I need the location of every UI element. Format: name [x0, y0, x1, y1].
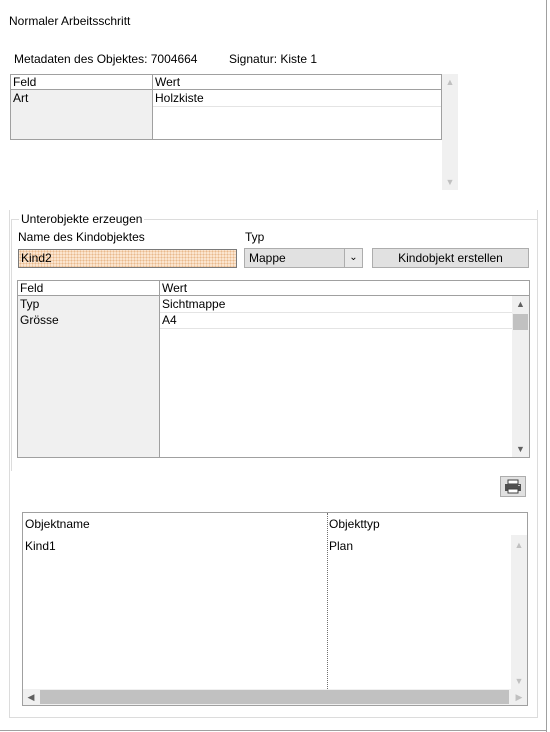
chevron-up-icon[interactable]: ▲ — [512, 298, 529, 310]
type-label: Typ — [245, 230, 265, 244]
content-border-left — [9, 210, 10, 718]
subobjects-wert-header: Wert — [159, 281, 529, 296]
metadata-wert-header: Wert — [152, 75, 441, 90]
window-title: Normaler Arbeitsschritt — [9, 14, 131, 28]
subobjects-group-title: Unterobjekte erzeugen — [19, 212, 145, 226]
child-name-input[interactable]: Kind2 — [18, 249, 237, 268]
scrollbar-thumb[interactable] — [513, 314, 528, 330]
list-item-type[interactable]: Plan — [329, 539, 353, 553]
chevron-down-icon[interactable]: ⌄ — [344, 249, 362, 267]
metadata-row-wert[interactable]: Holzkiste — [153, 91, 441, 107]
objects-type-header[interactable]: Objekttyp — [329, 517, 380, 531]
chevron-up-icon[interactable]: ▲ — [511, 539, 527, 551]
chevron-left-icon[interactable]: ◀ — [25, 691, 37, 703]
signature-label: Signatur: Kiste 1 — [229, 52, 318, 66]
objects-name-header[interactable]: Objektname — [25, 517, 90, 531]
subobjects-row-feld: Grösse — [20, 313, 59, 327]
content-border-bottom — [9, 717, 538, 718]
chevron-down-icon[interactable]: ▼ — [442, 176, 458, 188]
list-item-name[interactable]: Kind1 — [25, 539, 56, 553]
subobjects-feld-header: Feld — [18, 281, 160, 296]
metadata-row-feld: Art — [13, 91, 29, 105]
chevron-down-icon[interactable]: ▼ — [512, 443, 529, 455]
print-button[interactable] — [500, 476, 526, 497]
window-border-right — [546, 0, 547, 732]
objects-hscrollbar[interactable]: ◀ ▶ — [23, 689, 527, 705]
hscroll-thumb[interactable] — [40, 690, 509, 704]
subobjects-grid[interactable]: Feld Wert Typ Sichtmappe Grösse A4 ▲ ▼ — [17, 280, 530, 458]
chevron-down-icon[interactable]: ▼ — [511, 675, 527, 687]
subobjects-row-wert[interactable]: Sichtmappe — [160, 297, 512, 313]
create-child-button[interactable]: Kindobjekt erstellen — [372, 248, 529, 268]
objects-list[interactable]: Objektname Objekttyp Kind1 Plan ▲ ▼ ◀ ▶ — [22, 512, 528, 706]
objects-vscrollbar[interactable]: ▲ ▼ — [511, 535, 527, 689]
type-select[interactable]: Mappe ⌄ — [244, 248, 363, 268]
chevron-right-icon[interactable]: ▶ — [513, 691, 525, 703]
chevron-up-icon[interactable]: ▲ — [442, 76, 458, 88]
subobjects-row-wert[interactable]: A4 — [160, 313, 512, 329]
printer-icon — [505, 479, 521, 494]
subobjects-row-feld: Typ — [20, 297, 40, 311]
metadata-object-label: Metadaten des Objektes: 7004664 — [14, 52, 198, 66]
window-border-bottom — [0, 730, 547, 731]
child-name-label: Name des Kindobjektes — [18, 230, 145, 244]
subobjects-scrollbar[interactable]: ▲ ▼ — [512, 296, 529, 457]
metadata-scrollbar[interactable]: ▲ ▼ — [442, 74, 458, 190]
metadata-grid[interactable]: Feld Wert Art Holzkiste — [10, 74, 442, 140]
type-select-value: Mappe — [249, 251, 286, 265]
column-divider — [327, 513, 328, 689]
metadata-feld-header: Feld — [11, 75, 153, 90]
